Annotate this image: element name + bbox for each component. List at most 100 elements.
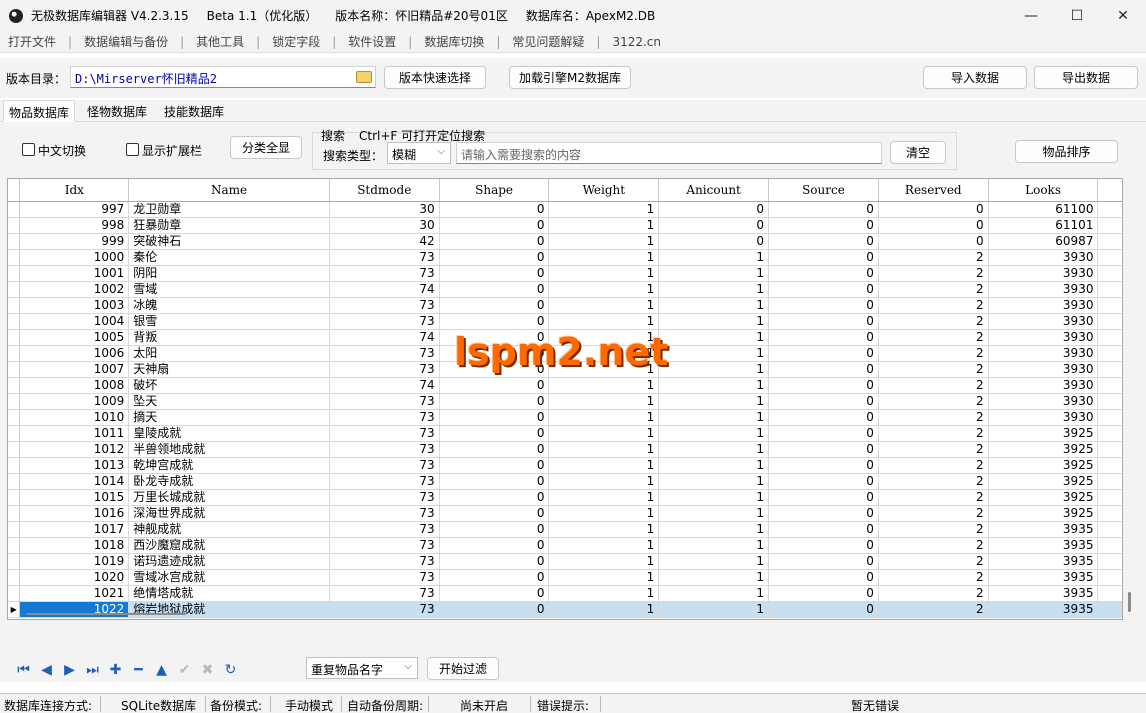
table-cell[interactable]: 74	[329, 329, 440, 346]
table-cell[interactable]: 0	[439, 457, 550, 474]
table-cell[interactable]: 3925	[988, 489, 1099, 506]
table-cell[interactable]: 998	[19, 217, 130, 234]
menu-faq[interactable]: 常见问题解疑	[506, 33, 590, 50]
table-cell[interactable]: 0	[439, 409, 550, 426]
table-cell[interactable]: 卧龙寺成就	[128, 473, 330, 490]
table-cell[interactable]: 3930	[988, 345, 1099, 362]
table-cell[interactable]: 1003	[19, 297, 130, 314]
table-cell[interactable]: 1	[548, 201, 660, 218]
table-cell[interactable]: 2	[878, 265, 989, 282]
table-cell[interactable]: 0	[768, 233, 879, 250]
chinese-switch-checkbox[interactable]	[22, 143, 35, 156]
table-cell[interactable]: 2	[878, 281, 989, 298]
post-edit-icon[interactable]: ✔	[173, 660, 196, 680]
table-cell[interactable]: 2	[878, 393, 989, 410]
table-cell[interactable]: 0	[768, 489, 879, 506]
table-cell[interactable]: 1	[658, 585, 770, 602]
table-cell[interactable]: 1014	[19, 473, 130, 490]
table-cell[interactable]: 1004	[19, 313, 130, 330]
table-cell[interactable]: 0	[439, 441, 550, 458]
table-cell[interactable]: 西沙魔窟成就	[128, 537, 330, 554]
table-cell[interactable]: 1	[658, 393, 770, 410]
table-cell[interactable]: 1	[658, 457, 770, 474]
table-cell[interactable]: 1	[658, 265, 770, 282]
table-cell[interactable]: 1002	[19, 281, 130, 298]
table-cell[interactable]: 0	[439, 473, 550, 490]
table-cell[interactable]: 0	[768, 601, 879, 618]
table-cell[interactable]: 0	[439, 505, 550, 522]
table-cell[interactable]: 73	[329, 425, 440, 442]
table-cell[interactable]: 73	[329, 265, 440, 282]
table-cell[interactable]: 3930	[988, 265, 1099, 282]
table-cell[interactable]: 30	[329, 201, 440, 218]
table-cell[interactable]: 0	[768, 441, 879, 458]
next-record-icon[interactable]: ▶	[58, 660, 81, 680]
delete-record-icon[interactable]: ━	[127, 660, 150, 680]
column-header[interactable]: Looks	[988, 179, 1099, 202]
table-cell[interactable]: 73	[329, 457, 440, 474]
table-row[interactable]: 1017 神舰成就 73 0 1 1 0 2 3935	[8, 521, 1122, 538]
table-cell[interactable]: 60987	[988, 233, 1099, 250]
table-cell[interactable]: 1	[548, 409, 660, 426]
table-cell[interactable]: 1	[548, 521, 660, 538]
table-cell[interactable]: 0	[439, 265, 550, 282]
table-cell[interactable]: 太阳	[128, 345, 330, 362]
table-cell[interactable]: 0	[768, 457, 879, 474]
table-cell[interactable]: 0	[768, 585, 879, 602]
table-cell[interactable]: 1006	[19, 345, 130, 362]
table-cell[interactable]: 0	[768, 345, 879, 362]
table-cell[interactable]: 73	[329, 313, 440, 330]
table-cell[interactable]: 1	[548, 553, 660, 570]
table-cell[interactable]: 0	[439, 217, 550, 234]
table-cell[interactable]: 73	[329, 521, 440, 538]
table-cell[interactable]: 1	[658, 329, 770, 346]
table-cell[interactable]: 0	[658, 233, 770, 250]
table-cell[interactable]: 1008	[19, 377, 130, 394]
table-cell[interactable]: 1	[548, 233, 660, 250]
table-cell[interactable]: 2	[878, 505, 989, 522]
item-data-grid[interactable]: Idx Name Stdmode Shape Weight Anicount S…	[7, 178, 1123, 620]
table-cell[interactable]: 0	[768, 217, 879, 234]
prior-record-icon[interactable]: ◀	[35, 660, 58, 680]
table-cell[interactable]: 冰魄	[128, 297, 330, 314]
table-cell[interactable]: 1010	[19, 409, 130, 426]
table-row[interactable]: 1011 皇陵成就 73 0 1 1 0 2 3925	[8, 425, 1122, 442]
table-cell[interactable]: 73	[329, 537, 440, 554]
table-cell[interactable]: 0	[439, 585, 550, 602]
table-cell[interactable]: 3930	[988, 281, 1099, 298]
table-cell[interactable]: 1005	[19, 329, 130, 346]
menu-db-switch[interactable]: 数据库切换	[418, 33, 490, 50]
table-cell[interactable]: 73	[329, 489, 440, 506]
table-row[interactable]: 997 龙卫勋章 30 0 1 0 0 0 61100	[8, 201, 1122, 218]
table-cell[interactable]: 0	[439, 313, 550, 330]
table-cell[interactable]: 3930	[988, 361, 1099, 378]
table-cell[interactable]: 0	[768, 393, 879, 410]
table-cell[interactable]: 1020	[19, 569, 130, 586]
table-cell[interactable]: 神舰成就	[128, 521, 330, 538]
table-row[interactable]: 1020 雪域冰宫成就 73 0 1 1 0 2 3935	[8, 569, 1122, 586]
table-cell[interactable]: 2	[878, 361, 989, 378]
table-cell[interactable]: 1	[548, 441, 660, 458]
table-cell[interactable]: 3930	[988, 297, 1099, 314]
table-cell[interactable]: 0	[768, 425, 879, 442]
table-cell[interactable]: 雪域冰宫成就	[128, 569, 330, 586]
table-cell[interactable]: 0	[768, 537, 879, 554]
table-cell[interactable]: 1021	[19, 585, 130, 602]
table-cell[interactable]: 0	[768, 297, 879, 314]
clear-button[interactable]: 清空	[890, 141, 946, 164]
table-cell[interactable]: 1	[548, 473, 660, 490]
table-cell[interactable]: 61101	[988, 217, 1099, 234]
table-cell[interactable]: 3925	[988, 425, 1099, 442]
first-record-icon[interactable]: ⏮	[12, 660, 35, 680]
table-cell[interactable]: 3935	[988, 553, 1099, 570]
horizontal-scrollbar[interactable]	[26, 613, 186, 615]
table-cell[interactable]: 1	[658, 441, 770, 458]
column-header[interactable]: Idx	[19, 179, 130, 202]
table-row[interactable]: 1016 深海世界成就 73 0 1 1 0 2 3925	[8, 505, 1122, 522]
table-cell[interactable]: 1000	[19, 249, 130, 266]
table-row[interactable]: 1019 诺玛遗迹成就 73 0 1 1 0 2 3935	[8, 553, 1122, 570]
table-row[interactable]: 1008 破坏 74 0 1 1 0 2 3930	[8, 377, 1122, 394]
table-cell[interactable]: 诺玛遗迹成就	[128, 553, 330, 570]
table-row[interactable]: 998 狂暴勋章 30 0 1 0 0 0 61101	[8, 217, 1122, 234]
table-cell[interactable]: 1	[658, 601, 770, 618]
